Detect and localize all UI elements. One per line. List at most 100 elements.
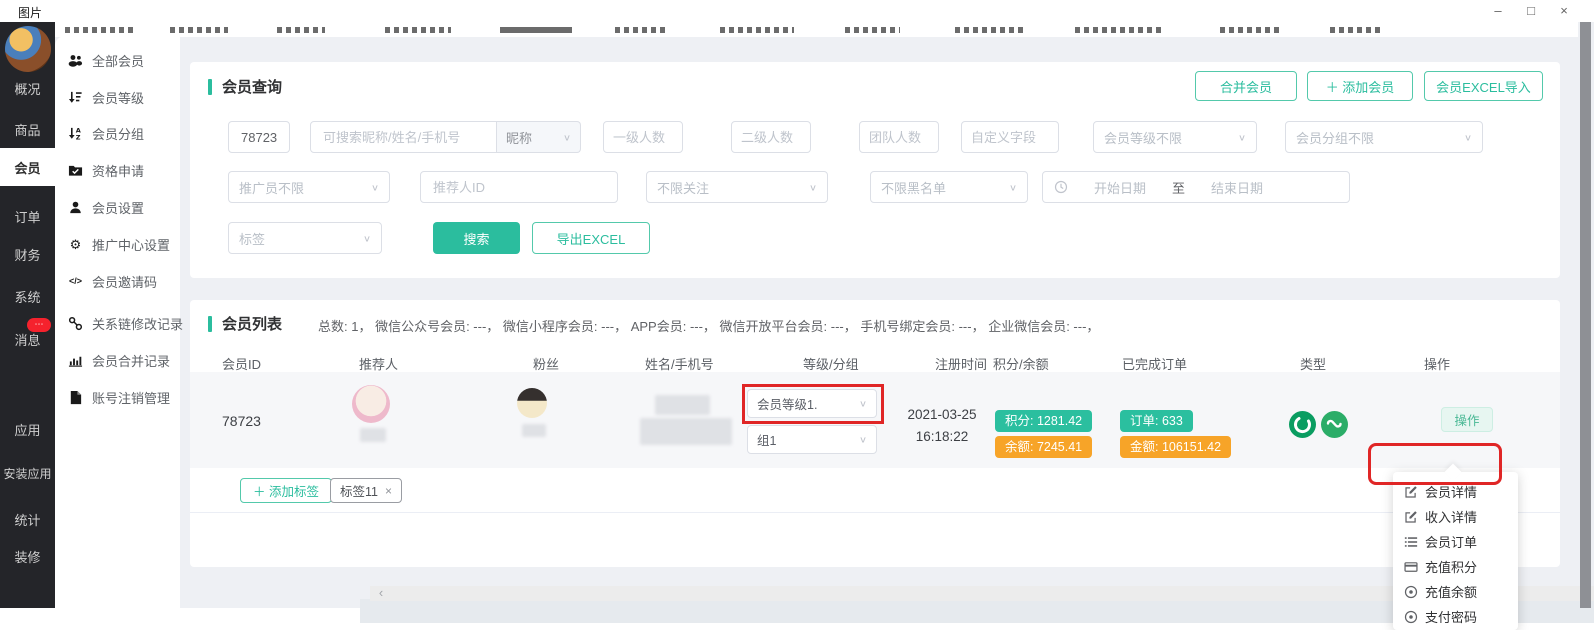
sidebar-item-orders[interactable]: 订单 [0,207,55,226]
menu-item-member-orders[interactable]: 会员订单 [1393,529,1518,554]
coin-icon [1404,585,1418,599]
blacklist-select[interactable]: 不限黑名单∨ [870,171,1028,203]
orders-badge: 订单: 633 [1120,410,1193,432]
sidebar-item-apps[interactable]: 应用 [0,420,55,439]
topnav-fragment [615,27,665,33]
maximize-button[interactable]: □ [1516,2,1546,20]
tag-select[interactable]: 标签∨ [228,222,382,254]
menu-item-all-members[interactable]: 全部会员 [68,51,144,69]
menu-item-label: 会员邀请码 [92,272,157,291]
menu-item-account-cancel[interactable]: 账号注销管理 [68,388,170,406]
member-stats: 总数: 1， 微信公众号会员: ---， 微信小程序会员: ---， APP会员… [318,316,1099,335]
col-points-balance: 积分/余额 [993,354,1049,373]
sidebar-item-decorate[interactable]: 装修 [0,547,55,566]
menu-item-recharge-balance[interactable]: 充值余额 [1393,579,1518,604]
tag-close-icon[interactable]: × [385,484,392,498]
tag-chip: 标签11 × [330,478,402,503]
topnav-fragment [500,27,572,33]
menu-item-member-detail[interactable]: 会员详情 [1393,479,1518,504]
mini-program-icon [1321,411,1348,438]
menu-item-label: 账号注销管理 [92,388,170,407]
menu-item-invite-code[interactable]: </> 会员邀请码 [68,272,157,290]
sidebar-item-messages[interactable]: 消息 [0,330,55,349]
sidebar-item-install-apps[interactable]: 安装应用 [0,465,55,482]
row-member-id: 78723 [222,413,261,429]
row-registration-time: 2021-03-25 16:18:22 [897,404,987,449]
menu-item-member-settings[interactable]: 会员设置 [68,198,144,216]
menu-item-qualification[interactable]: 资格申请 [68,161,144,179]
primary-sidebar: 概况 商品 会员 订单 财务 系统 消息 ⋯ 应用 安装应用 统计 装修 [0,22,55,608]
member-level-select[interactable]: 会员等级不限∨ [1093,121,1257,153]
balance-badge: 余额: 7245.41 [995,436,1092,458]
chevron-down-icon: ∨ [1238,132,1246,142]
menu-item-label: 会员设置 [92,198,144,217]
level2-count-input[interactable] [731,121,811,153]
level1-count-input[interactable] [603,121,683,153]
menu-item-member-levels[interactable]: 会员等级 [68,88,144,106]
sidebar-item-goods[interactable]: 商品 [0,120,55,139]
fan-avatar[interactable] [517,388,547,418]
sidebar-item-members[interactable]: 会员 [0,158,55,177]
reg-time: 16:18:22 [897,426,987,448]
edit-square-icon [1404,485,1418,499]
minimize-button[interactable]: – [1483,2,1513,20]
referrer-avatar[interactable] [352,385,390,423]
topnav-fragment [1220,27,1280,33]
team-count-input[interactable] [859,121,939,153]
member-menu: 全部会员 会员等级 AZ 会员分组 资格申请 会员设置 ⚙ 推广中心设置 </>… [55,36,180,608]
merge-members-button[interactable]: 合并会员 [1195,71,1297,101]
menu-item-promotion-settings[interactable]: ⚙ 推广中心设置 [68,235,170,253]
follow-select[interactable]: 不限关注∨ [646,171,828,203]
add-tag-button[interactable]: ＋ 添加标签 [240,478,332,503]
menu-item-label: 会员等级 [92,88,144,107]
list-card-title: 会员列表 [208,313,282,334]
close-button[interactable]: × [1549,2,1579,20]
admin-screenshot: 概况 商品 会员 订单 财务 系统 消息 ⋯ 应用 安装应用 统计 装修 全部会… [0,22,1594,608]
sidebar-item-overview[interactable]: 概况 [0,79,55,98]
merchant-avatar[interactable] [5,26,51,72]
menu-item-label: 会员分组 [92,124,144,143]
clock-icon [1053,180,1068,195]
menu-item-label: 全部会员 [92,51,144,70]
topnav-fragment [1075,27,1163,33]
member-excel-import-button[interactable]: 会员EXCEL导入 [1424,71,1543,101]
sort-alpha-icon: AZ [68,126,83,141]
menu-item-merge-log[interactable]: 会员合并记录 [68,351,170,369]
search-button[interactable]: 搜索 [433,222,520,254]
topnav-fragment [385,27,451,33]
row-level-select[interactable]: 会员等级1.∨ [747,389,877,418]
member-id-input[interactable] [228,121,290,153]
points-badge: 积分: 1281.42 [995,410,1092,432]
amount-badge: 金额: 106151.42 [1120,436,1231,458]
search-field-select[interactable]: 昵称∨ [497,121,581,153]
row-action-button[interactable]: 操作 [1441,407,1493,432]
keyword-search-input[interactable] [310,121,497,153]
table-row [190,372,1560,468]
menu-item-label: 推广中心设置 [92,235,170,254]
col-member-id: 会员ID [222,354,261,373]
menu-item-income-detail[interactable]: 收入详情 [1393,504,1518,529]
member-name-blurred [655,395,710,415]
scroll-left-icon[interactable]: ‹ [374,586,388,601]
menu-item-member-groups[interactable]: AZ 会员分组 [68,124,144,142]
topnav-fragment [955,27,1027,33]
menu-item-relation-log[interactable]: 关系链修改记录 [68,314,183,332]
member-group-select[interactable]: 会员分组不限∨ [1285,121,1483,153]
row-group-select[interactable]: 组1∨ [747,425,877,454]
vertical-scrollbar[interactable] [1580,22,1591,608]
file-icon [68,390,83,405]
sidebar-item-finance[interactable]: 财务 [0,245,55,264]
sidebar-item-stats[interactable]: 统计 [0,510,55,529]
export-excel-button[interactable]: 导出EXCEL [532,222,650,254]
referrer-id-input[interactable] [420,171,618,203]
topnav-fragment [845,27,900,33]
menu-item-recharge-points[interactable]: 充值积分 [1393,554,1518,579]
messages-badge: ⋯ [27,318,51,332]
custom-field-input[interactable] [961,121,1059,153]
add-member-button[interactable]: ＋ 添加会员 [1307,71,1413,101]
sidebar-item-system[interactable]: 系统 [0,287,55,306]
promoter-select[interactable]: 推广员不限∨ [228,171,390,203]
chevron-down-icon: ∨ [363,233,371,243]
user-icon [68,200,83,215]
date-range-picker[interactable]: 开始日期 至 结束日期 [1042,171,1350,203]
